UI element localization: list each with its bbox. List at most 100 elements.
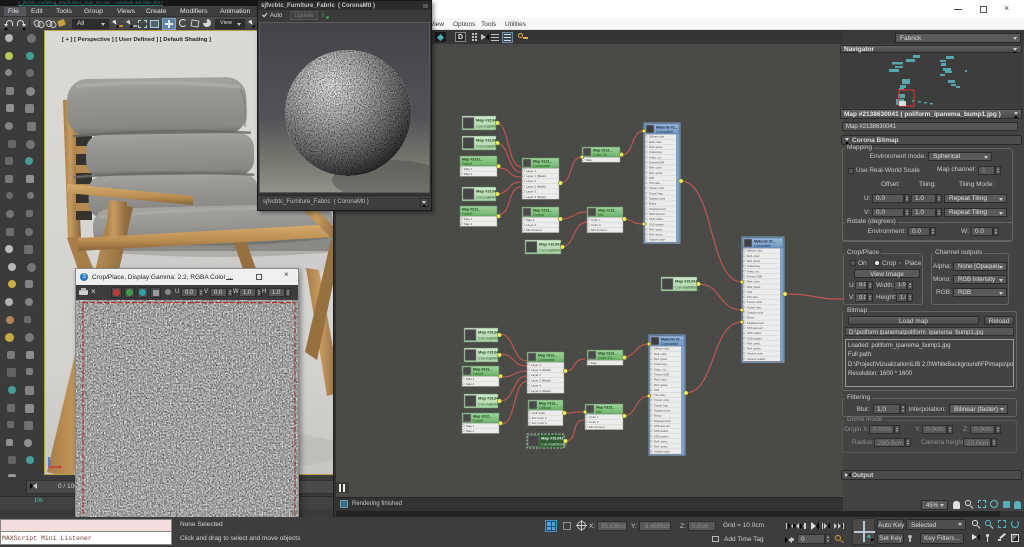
svg-text:Refr. aniso.: Refr. aniso. bbox=[649, 233, 663, 237]
svg-text:Map 1: Map 1 bbox=[464, 217, 473, 221]
svg-text:Refl. aniso.: Refl. aniso. bbox=[654, 439, 668, 443]
svg-text:CoronaMtl: CoronaMtl bbox=[661, 342, 678, 346]
svg-text:Diffuse color: Diffuse color bbox=[649, 135, 665, 139]
svg-text:Aniso. rot.: Aniso. rot. bbox=[747, 269, 760, 273]
svg-text:Falloff: Falloff bbox=[462, 162, 472, 166]
svg-text:Div Color 2: Div Color 2 bbox=[532, 421, 547, 425]
svg-text:Map 1: Map 1 bbox=[466, 377, 475, 381]
svg-text:Layer 1: Layer 1 bbox=[526, 169, 536, 173]
svg-text:Volume scatter: Volume scatter bbox=[747, 357, 766, 361]
svg-text:Mix: Mix bbox=[596, 410, 602, 414]
svg-text:Fresnel IOR: Fresnel IOR bbox=[654, 372, 669, 376]
svg-text:Bump: Bump bbox=[654, 414, 662, 418]
svg-text:Composite: Composite bbox=[533, 164, 550, 168]
svg-text:SSS amount: SSS amount bbox=[654, 424, 670, 428]
svg-text:SSS radius: SSS radius bbox=[747, 331, 762, 335]
svg-text:Refl. color: Refl. color bbox=[654, 352, 667, 356]
svg-text:SSS amount: SSS amount bbox=[747, 326, 763, 330]
svg-text:Cell Color: Cell Color bbox=[532, 411, 545, 415]
svg-text:Thin abs.: Thin abs. bbox=[654, 393, 666, 397]
svg-text:Refr. color: Refr. color bbox=[654, 378, 667, 382]
svg-text:SSS radius: SSS radius bbox=[649, 217, 664, 221]
svg-text:Refr. color: Refr. color bbox=[747, 280, 760, 284]
svg-text:Displacement: Displacement bbox=[747, 321, 764, 325]
svg-text:IOR: IOR bbox=[747, 290, 752, 294]
svg-text:Diffuse color: Diffuse color bbox=[654, 347, 670, 351]
svg-text:Transl. frac.: Transl. frac. bbox=[654, 403, 669, 407]
svg-text:Refr. aniso.: Refr. aniso. bbox=[747, 347, 761, 351]
svg-text:Anisotropy: Anisotropy bbox=[654, 362, 668, 366]
svg-text:Transl. color: Transl. color bbox=[649, 186, 664, 190]
svg-text:Layer 2 (Mask): Layer 2 (Mask) bbox=[531, 378, 551, 382]
svg-text:CoronaMtl: CoronaMtl bbox=[656, 130, 673, 134]
svg-text:Refr. gloss.: Refr. gloss. bbox=[654, 383, 668, 387]
svg-text:Falloff: Falloff bbox=[473, 419, 483, 423]
svg-text:Opacity color: Opacity color bbox=[747, 311, 763, 315]
svg-text:Layer 3 (Mask): Layer 3 (Mask) bbox=[531, 389, 551, 393]
svg-text:Map: Map bbox=[591, 361, 597, 365]
svg-text:Thin abs.: Thin abs. bbox=[747, 295, 759, 299]
svg-text:Color 2: Color 2 bbox=[591, 223, 601, 227]
svg-text:Layer 1 (Mask): Layer 1 (Mask) bbox=[531, 368, 551, 372]
svg-text:Fresnel IOR: Fresnel IOR bbox=[649, 160, 664, 164]
svg-text:Color 2: Color 2 bbox=[589, 420, 599, 424]
svg-text:Transl. frac.: Transl. frac. bbox=[747, 305, 762, 309]
svg-text:Div Color 1: Div Color 1 bbox=[532, 416, 547, 420]
svg-text:Aniso. rot.: Aniso. rot. bbox=[654, 367, 667, 371]
svg-text:Volume color: Volume color bbox=[747, 352, 763, 356]
svg-text:CoronaBitmap: CoronaBitmap bbox=[541, 442, 567, 447]
svg-text:Anisotropy: Anisotropy bbox=[649, 150, 663, 154]
svg-text:Opacity color: Opacity color bbox=[649, 197, 665, 201]
svg-text:SSS scatter: SSS scatter bbox=[654, 434, 669, 438]
svg-text:Refr. color: Refr. color bbox=[649, 166, 662, 170]
svg-text:Color 1: Color 1 bbox=[591, 218, 601, 222]
svg-text:Refl. gloss.: Refl. gloss. bbox=[747, 259, 761, 263]
svg-text:Layer 3: Layer 3 bbox=[531, 384, 541, 388]
svg-text:Opacity color: Opacity color bbox=[654, 409, 670, 413]
svg-text:Falloff: Falloff bbox=[462, 212, 472, 216]
svg-text:SSS radius: SSS radius bbox=[654, 429, 669, 433]
svg-text:Displacement: Displacement bbox=[649, 207, 666, 211]
svg-text:Transl. frac.: Transl. frac. bbox=[649, 191, 664, 195]
svg-text:Map 2: Map 2 bbox=[466, 429, 475, 433]
svg-text:Layer 1 (Mask): Layer 1 (Mask) bbox=[526, 174, 546, 178]
svg-text:Bump: Bump bbox=[747, 316, 755, 320]
svg-text:Volume color: Volume color bbox=[649, 238, 665, 242]
svg-text:Layer 2 (Mask): Layer 2 (Mask) bbox=[526, 184, 546, 188]
svg-text:Transl. color: Transl. color bbox=[654, 398, 669, 402]
svg-text:Diffuse color: Diffuse color bbox=[747, 249, 763, 253]
svg-text:Refl. aniso.: Refl. aniso. bbox=[747, 341, 761, 345]
svg-text:Transl. color: Transl. color bbox=[747, 300, 762, 304]
svg-text:Refl. aniso.: Refl. aniso. bbox=[649, 227, 663, 231]
svg-text:Layer 1: Layer 1 bbox=[531, 363, 541, 367]
svg-text:Map 2: Map 2 bbox=[464, 222, 473, 226]
svg-text:Map 1: Map 1 bbox=[466, 424, 475, 428]
svg-text:Refr. aniso.: Refr. aniso. bbox=[654, 445, 668, 449]
svg-text:Fresnel IOR: Fresnel IOR bbox=[747, 274, 762, 278]
svg-text:Layer 3 (Mask): Layer 3 (Mask) bbox=[526, 195, 546, 199]
svg-text:Falloff: Falloff bbox=[473, 372, 483, 376]
svg-text:Mix Amount: Mix Amount bbox=[526, 228, 542, 232]
svg-text:Refl. color: Refl. color bbox=[747, 254, 760, 258]
svg-text:Layer 2: Layer 2 bbox=[526, 223, 536, 227]
svg-text:Aniso. rot.: Aniso. rot. bbox=[649, 155, 662, 159]
svg-text:Map 1: Map 1 bbox=[526, 218, 535, 222]
svg-text:Layer 2: Layer 2 bbox=[526, 179, 536, 183]
svg-text:Cellular: Cellular bbox=[539, 406, 552, 410]
svg-text:Volume color: Volume color bbox=[654, 450, 670, 454]
svg-text:IOR: IOR bbox=[649, 176, 654, 180]
svg-text:IOR: IOR bbox=[654, 388, 659, 392]
svg-text:Mix Amount: Mix Amount bbox=[589, 425, 605, 429]
svg-text:Refr. gloss.: Refr. gloss. bbox=[747, 285, 761, 289]
svg-text:Anisotropy: Anisotropy bbox=[747, 264, 761, 268]
svg-text:Refl. color: Refl. color bbox=[649, 140, 662, 144]
svg-text:Color 1: Color 1 bbox=[589, 415, 599, 419]
svg-text:Map 2: Map 2 bbox=[464, 172, 473, 176]
svg-text:Layer 2: Layer 2 bbox=[531, 373, 541, 377]
svg-text:SSS scatter: SSS scatter bbox=[747, 336, 762, 340]
svg-text:Map #31341...: Map #31341... bbox=[541, 436, 567, 441]
svg-text:Map 1: Map 1 bbox=[464, 167, 473, 171]
svg-text:Refl. gloss.: Refl. gloss. bbox=[649, 145, 663, 149]
svg-text:Refr. gloss.: Refr. gloss. bbox=[649, 171, 663, 175]
svg-text:Color Co...: Color Co... bbox=[598, 356, 615, 360]
